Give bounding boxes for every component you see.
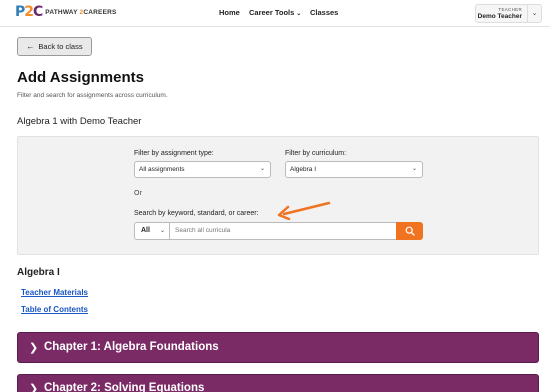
logo-text: PATHWAY 2CAREERS [45,9,116,16]
nav-classes[interactable]: Classes [310,8,338,17]
search-row: All ⌄ Search all curricula [134,222,423,240]
pathway2careers-logo[interactable]: P2C PATHWAY 2CAREERS [15,4,117,20]
class-title: Algebra 1 with Demo Teacher [17,116,142,127]
user-role: TEACHER [498,7,522,12]
arrow-left-icon: ← [26,42,35,51]
chevron-down-icon[interactable]: ⌄ [527,5,541,22]
chapter-accordion[interactable]: ❯ Chapter 2: Solving Equations [17,374,539,392]
back-to-class-label: Back to class [38,42,83,51]
chevron-right-icon: ❯ [29,383,39,392]
nav-career-tools[interactable]: Career Tools ⌄ [249,8,301,17]
teacher-materials-link[interactable]: Teacher Materials [21,288,88,297]
annotation-arrow-icon [277,201,331,220]
top-navbar: P2C PATHWAY 2CAREERS Home Career Tools ⌄ … [0,0,550,27]
chapter-title: Chapter 2: Solving Equations [44,382,205,392]
search-scope-select[interactable]: All ⌄ [134,222,169,240]
search-scope-value: All [141,227,150,234]
or-divider-text: Or [134,190,142,197]
search-input[interactable]: Search all curricula [169,222,397,240]
search-button[interactable] [396,222,423,240]
user-name: Demo Teacher [477,13,522,20]
table-of-contents-link[interactable]: Table of Contents [21,305,88,314]
assignment-type-label: Filter by assignment type: [134,150,214,157]
assignment-type-value: All assignments [139,166,185,173]
user-menu[interactable]: TEACHER Demo Teacher ⌄ [475,4,542,23]
filter-panel: Filter by assignment type: All assignmen… [17,136,539,255]
chevron-right-icon: ❯ [29,342,39,354]
logo-mark: P2C [15,4,43,20]
curriculum-value: Algebra I [290,166,317,173]
logo-mark-2: 2 [24,4,34,20]
curriculum-select[interactable]: Algebra I ⌄ [285,161,423,178]
back-to-class-button[interactable]: ← Back to class [17,37,92,56]
chapter-accordion[interactable]: ❯ Chapter 1: Algebra Foundations [17,332,539,363]
page-subtitle: Filter and search for assignments across… [17,92,168,99]
search-label: Search by keyword, standard, or career: [134,210,259,217]
chevron-down-icon: ⌄ [411,166,417,172]
chevron-down-icon: ⌄ [159,228,165,234]
nav-career-tools-label: Career Tools [249,8,295,17]
curriculum-title: Algebra I [17,267,60,278]
logo-text-part: PATHWAY [45,8,80,16]
assignment-type-select[interactable]: All assignments ⌄ [134,161,271,178]
chevron-down-icon: ⌄ [259,166,265,172]
search-icon [405,226,415,236]
logo-mark-c: C [33,4,43,20]
search-placeholder: Search all curricula [175,227,231,234]
chevron-down-icon: ⌄ [296,11,302,17]
curriculum-filter-label: Filter by curriculum: [285,150,347,157]
logo-mark-p: P [15,4,25,20]
page-title: Add Assignments [17,69,144,86]
chapter-title: Chapter 1: Algebra Foundations [44,341,219,353]
logo-text-part: CAREERS [83,8,117,16]
nav-home[interactable]: Home [219,8,240,17]
